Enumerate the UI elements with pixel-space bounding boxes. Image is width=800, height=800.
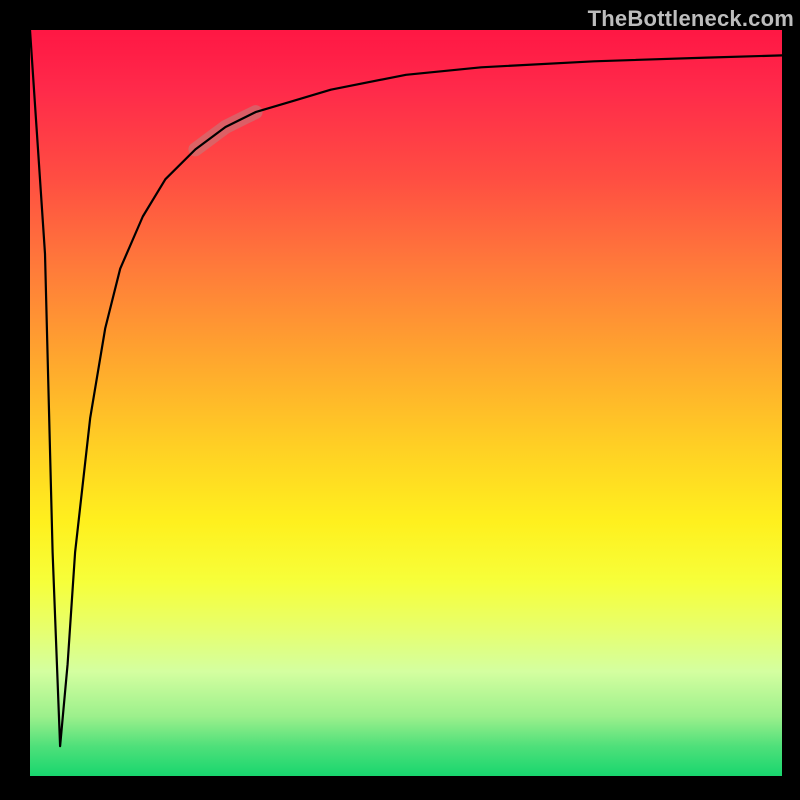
bottleneck-curve: [30, 30, 782, 746]
curve-layer: [30, 30, 782, 776]
branding-watermark: TheBottleneck.com: [588, 6, 794, 32]
chart-frame: TheBottleneck.com: [0, 0, 800, 800]
